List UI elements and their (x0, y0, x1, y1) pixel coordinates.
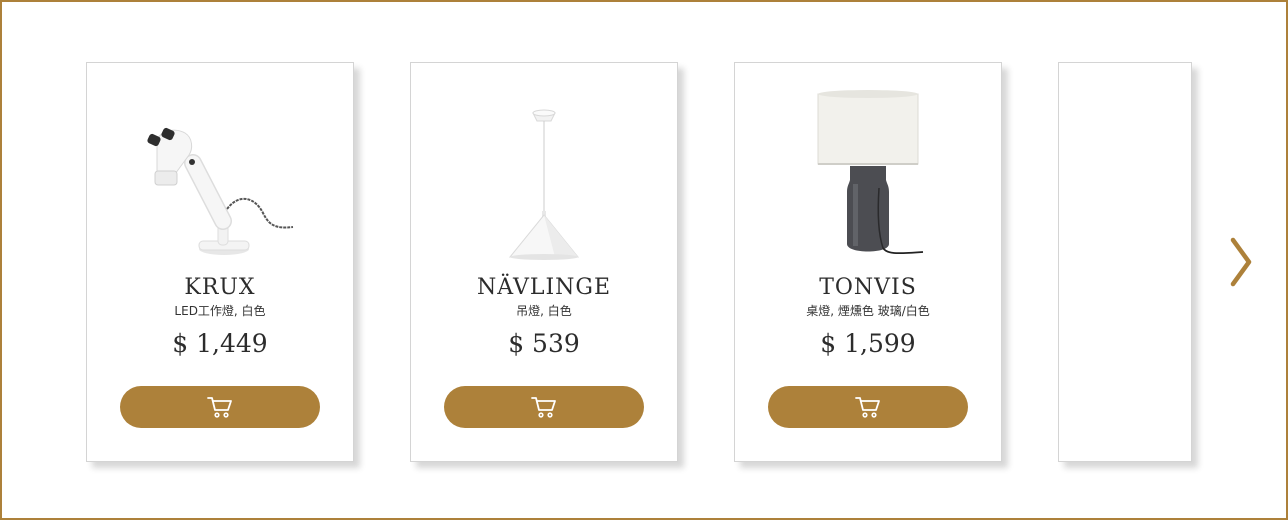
product-image[interactable] (411, 83, 677, 273)
table-lamp-icon (817, 90, 924, 255)
carousel-next-button[interactable] (1226, 236, 1256, 288)
product-card[interactable]: NÄVLINGE 吊燈, 白色 $ 539 (410, 62, 678, 462)
product-description: 桌燈, 煙燻色 玻璃/白色 (806, 304, 930, 318)
product-price: $ 539 (508, 329, 580, 358)
add-to-cart-button[interactable] (120, 386, 320, 428)
product-description: 吊燈, 白色 (516, 304, 572, 318)
product-image[interactable] (87, 83, 353, 273)
desk-lamp-icon (147, 127, 294, 255)
product-name[interactable]: NÄVLINGE (411, 274, 677, 302)
pendant-lamp-icon (508, 109, 580, 260)
cart-icon (207, 397, 232, 418)
add-to-cart-button[interactable] (444, 386, 644, 428)
product-card[interactable]: TONVIS 桌燈, 煙燻色 玻璃/白色 $ 1,599 (734, 62, 1002, 462)
product-name[interactable]: KRUX (87, 274, 353, 302)
cart-icon (855, 397, 880, 418)
product-name[interactable]: TONVIS (735, 274, 1001, 302)
product-description: LED工作燈, 白色 (174, 304, 266, 318)
chevron-right-icon (1230, 237, 1252, 287)
product-image[interactable] (735, 83, 1001, 273)
product-carousel: KRUX LED工作燈, 白色 $ 1,449 NÄVLINGE 吊燈, 白色 … (0, 0, 1288, 520)
add-to-cart-button[interactable] (768, 386, 968, 428)
product-card[interactable]: KRUX LED工作燈, 白色 $ 1,449 (86, 62, 354, 462)
cart-icon (531, 397, 556, 418)
product-price: $ 1,449 (172, 329, 268, 358)
product-price: $ 1,599 (820, 329, 916, 358)
product-card-partial[interactable] (1058, 62, 1192, 462)
